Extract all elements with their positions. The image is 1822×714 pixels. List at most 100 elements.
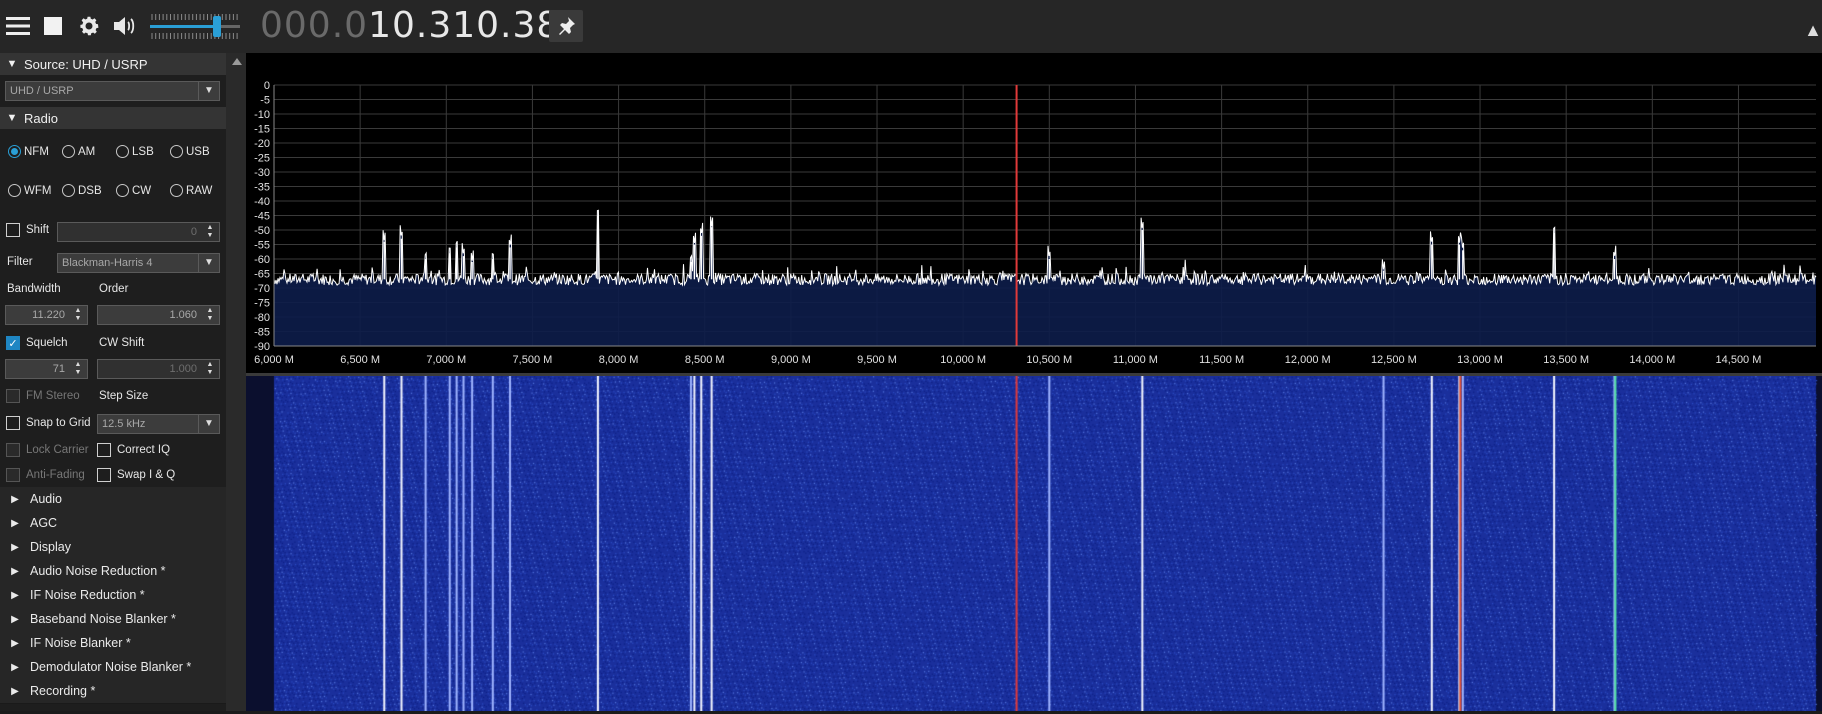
- swap-iq-checkbox[interactable]: Swap I & Q: [97, 468, 175, 482]
- toolbar-overflow-icon[interactable]: ▲: [1804, 20, 1822, 41]
- fm-stereo-label: FM Stereo: [26, 390, 80, 402]
- correct-iq-label: Correct IQ: [117, 444, 171, 456]
- y-tick-label: -10: [254, 109, 270, 121]
- collapsed-triangle-icon: ▶: [11, 541, 19, 553]
- radio-circle: [62, 184, 75, 197]
- x-tick-label: 7,500 M: [513, 354, 553, 366]
- checkbox-box: [6, 389, 20, 403]
- section-audio[interactable]: ▶ Audio: [0, 487, 226, 512]
- radio-circle: [170, 184, 183, 197]
- order-spinbox[interactable]: 1.060 ▲ ▼: [97, 305, 220, 325]
- x-tick-label: 13,000 M: [1457, 354, 1503, 366]
- snap-to-grid-checkbox[interactable]: Snap to Grid: [6, 416, 91, 430]
- checkbox-box: [6, 223, 20, 237]
- x-tick-label: 7,000 M: [426, 354, 466, 366]
- sidebar: ▼ Source: UHD / USRP UHD / USRP ▼ ▼ Radi…: [0, 53, 226, 711]
- spin-arrows-icon[interactable]: ▲ ▼: [69, 306, 87, 324]
- checkbox-box: [97, 443, 111, 457]
- mode-radio-wfm[interactable]: WFM: [8, 184, 51, 197]
- speaker-icon[interactable]: [110, 10, 140, 42]
- spin-arrows-icon[interactable]: ▲ ▼: [201, 223, 219, 241]
- spin-arrows-icon[interactable]: ▲ ▼: [201, 360, 219, 378]
- mode-radio-lsb[interactable]: LSB: [116, 145, 154, 158]
- shift-spinbox[interactable]: 0 ▲ ▼: [57, 222, 220, 242]
- filter-select[interactable]: Blackman-Harris 4 ▼: [57, 253, 220, 273]
- section-recording[interactable]: ▶ Recording *: [0, 679, 226, 704]
- x-tick-label: 14,500 M: [1716, 354, 1762, 366]
- pin-icon[interactable]: [549, 10, 583, 42]
- section-if-noise-reduction[interactable]: ▶ IF Noise Reduction *: [0, 583, 226, 608]
- collapsed-triangle-icon: ▶: [11, 637, 19, 649]
- x-tick-label: 10,500 M: [1026, 354, 1072, 366]
- correct-iq-checkbox[interactable]: Correct IQ: [97, 443, 170, 457]
- mode-radio-cw[interactable]: CW: [116, 184, 151, 197]
- squelch-checkbox[interactable]: ✓ Squelch: [6, 336, 68, 350]
- mode-radio-am[interactable]: AM: [62, 145, 95, 158]
- section-demodulator-noise-blanker[interactable]: ▶ Demodulator Noise Blanker *: [0, 655, 226, 680]
- y-tick-label: 0: [264, 80, 270, 92]
- filter-value: Blackman-Harris 4: [62, 257, 153, 269]
- x-tick-label: 11,500 M: [1199, 354, 1244, 366]
- lock-carrier-label: Lock Carrier: [26, 444, 89, 456]
- spectrum-chart[interactable]: 0 -5 -10 -15 -20 -25 -30 -35 -40 -45 -50 -55 -60 -65 -…: [246, 53, 1822, 376]
- expanded-triangle-icon: ▼: [6, 58, 18, 70]
- collapsed-triangle-icon: ▶: [11, 517, 19, 529]
- x-tick-label: 8,500 M: [685, 354, 725, 366]
- section-label: Demodulator Noise Blanker *: [30, 660, 192, 674]
- section-display[interactable]: ▶ Display: [0, 535, 226, 560]
- section-label: Audio Noise Reduction *: [30, 564, 166, 578]
- stop-icon[interactable]: [38, 10, 68, 42]
- y-tick-label: -45: [254, 211, 270, 223]
- toolbar: 000.010.310.389 ▲: [0, 0, 1822, 53]
- squelch-spinbox[interactable]: 71 ▲ ▼: [5, 359, 88, 379]
- spin-arrows-icon[interactable]: ▲ ▼: [201, 306, 219, 324]
- mode-radio-raw[interactable]: RAW: [170, 184, 212, 197]
- gear-icon[interactable]: [74, 10, 104, 42]
- sidebar-scrollbar[interactable]: [226, 53, 246, 711]
- mode-radio-dsb[interactable]: DSB: [62, 184, 102, 197]
- y-tick-label: -30: [254, 167, 270, 179]
- scroll-up-arrow-icon[interactable]: [232, 58, 242, 65]
- y-tick-label: -80: [254, 312, 270, 324]
- y-tick-label: -15: [254, 124, 270, 136]
- radio-section-header[interactable]: ▼ Radio: [0, 107, 226, 129]
- y-tick-label: -40: [254, 196, 270, 208]
- mode-radio-nfm[interactable]: NFM: [8, 145, 49, 158]
- section-baseband-noise-blanker[interactable]: ▶ Baseband Noise Blanker *: [0, 607, 226, 632]
- spin-arrows-icon[interactable]: ▲ ▼: [69, 360, 87, 378]
- bandwidth-spinbox[interactable]: 11.220 ▲ ▼: [5, 305, 88, 325]
- filter-label: Filter: [7, 256, 33, 268]
- collapsed-triangle-icon: ▶: [11, 589, 19, 601]
- cw-shift-spinbox[interactable]: 1.000 ▲ ▼: [97, 359, 220, 379]
- waterfall-panel[interactable]: [246, 376, 1822, 711]
- anti-fading-checkbox[interactable]: Anti-Fading: [6, 468, 85, 482]
- mode-radio-usb[interactable]: USB: [170, 145, 210, 158]
- radio-circle: [170, 145, 183, 158]
- spectrum-panel[interactable]: 0 -5 -10 -15 -20 -25 -30 -35 -40 -45 -50 -55 -60 -65 -…: [246, 53, 1822, 376]
- checkbox-box: [6, 468, 20, 482]
- hamburger-menu-icon[interactable]: [3, 10, 33, 42]
- section-audio-noise-reduction[interactable]: ▶ Audio Noise Reduction *: [0, 559, 226, 584]
- mode-label: USB: [186, 145, 210, 158]
- x-tick-label: 9,500 M: [857, 354, 897, 366]
- shift-label: Shift: [26, 224, 50, 236]
- step-size-select[interactable]: 12.5 kHz ▼: [97, 414, 220, 434]
- source-device-select[interactable]: UHD / USRP ▼: [5, 81, 220, 101]
- collapsed-triangle-icon: ▶: [11, 685, 19, 697]
- source-section-header[interactable]: ▼ Source: UHD / USRP: [0, 53, 226, 75]
- y-tick-label: -65: [254, 269, 270, 281]
- x-tick-label: 11,000 M: [1113, 354, 1158, 366]
- frequency-display[interactable]: 000.010.310.389: [260, 5, 584, 46]
- section-if-noise-blanker[interactable]: ▶ IF Noise Blanker *: [0, 631, 226, 656]
- volume-slider[interactable]: [150, 6, 242, 46]
- x-tick-label: 14,000 M: [1629, 354, 1675, 366]
- shift-checkbox[interactable]: Shift: [6, 223, 49, 237]
- source-section-title: Source: UHD / USRP: [24, 56, 148, 72]
- section-agc[interactable]: ▶ AGC: [0, 511, 226, 536]
- lock-carrier-checkbox[interactable]: Lock Carrier: [6, 443, 89, 457]
- section-label: AGC: [30, 516, 58, 530]
- x-tick-label: 8,000 M: [599, 354, 639, 366]
- mode-label: DSB: [78, 184, 102, 197]
- fm-stereo-checkbox[interactable]: FM Stereo: [6, 389, 80, 403]
- waterfall-canvas[interactable]: [246, 376, 1822, 711]
